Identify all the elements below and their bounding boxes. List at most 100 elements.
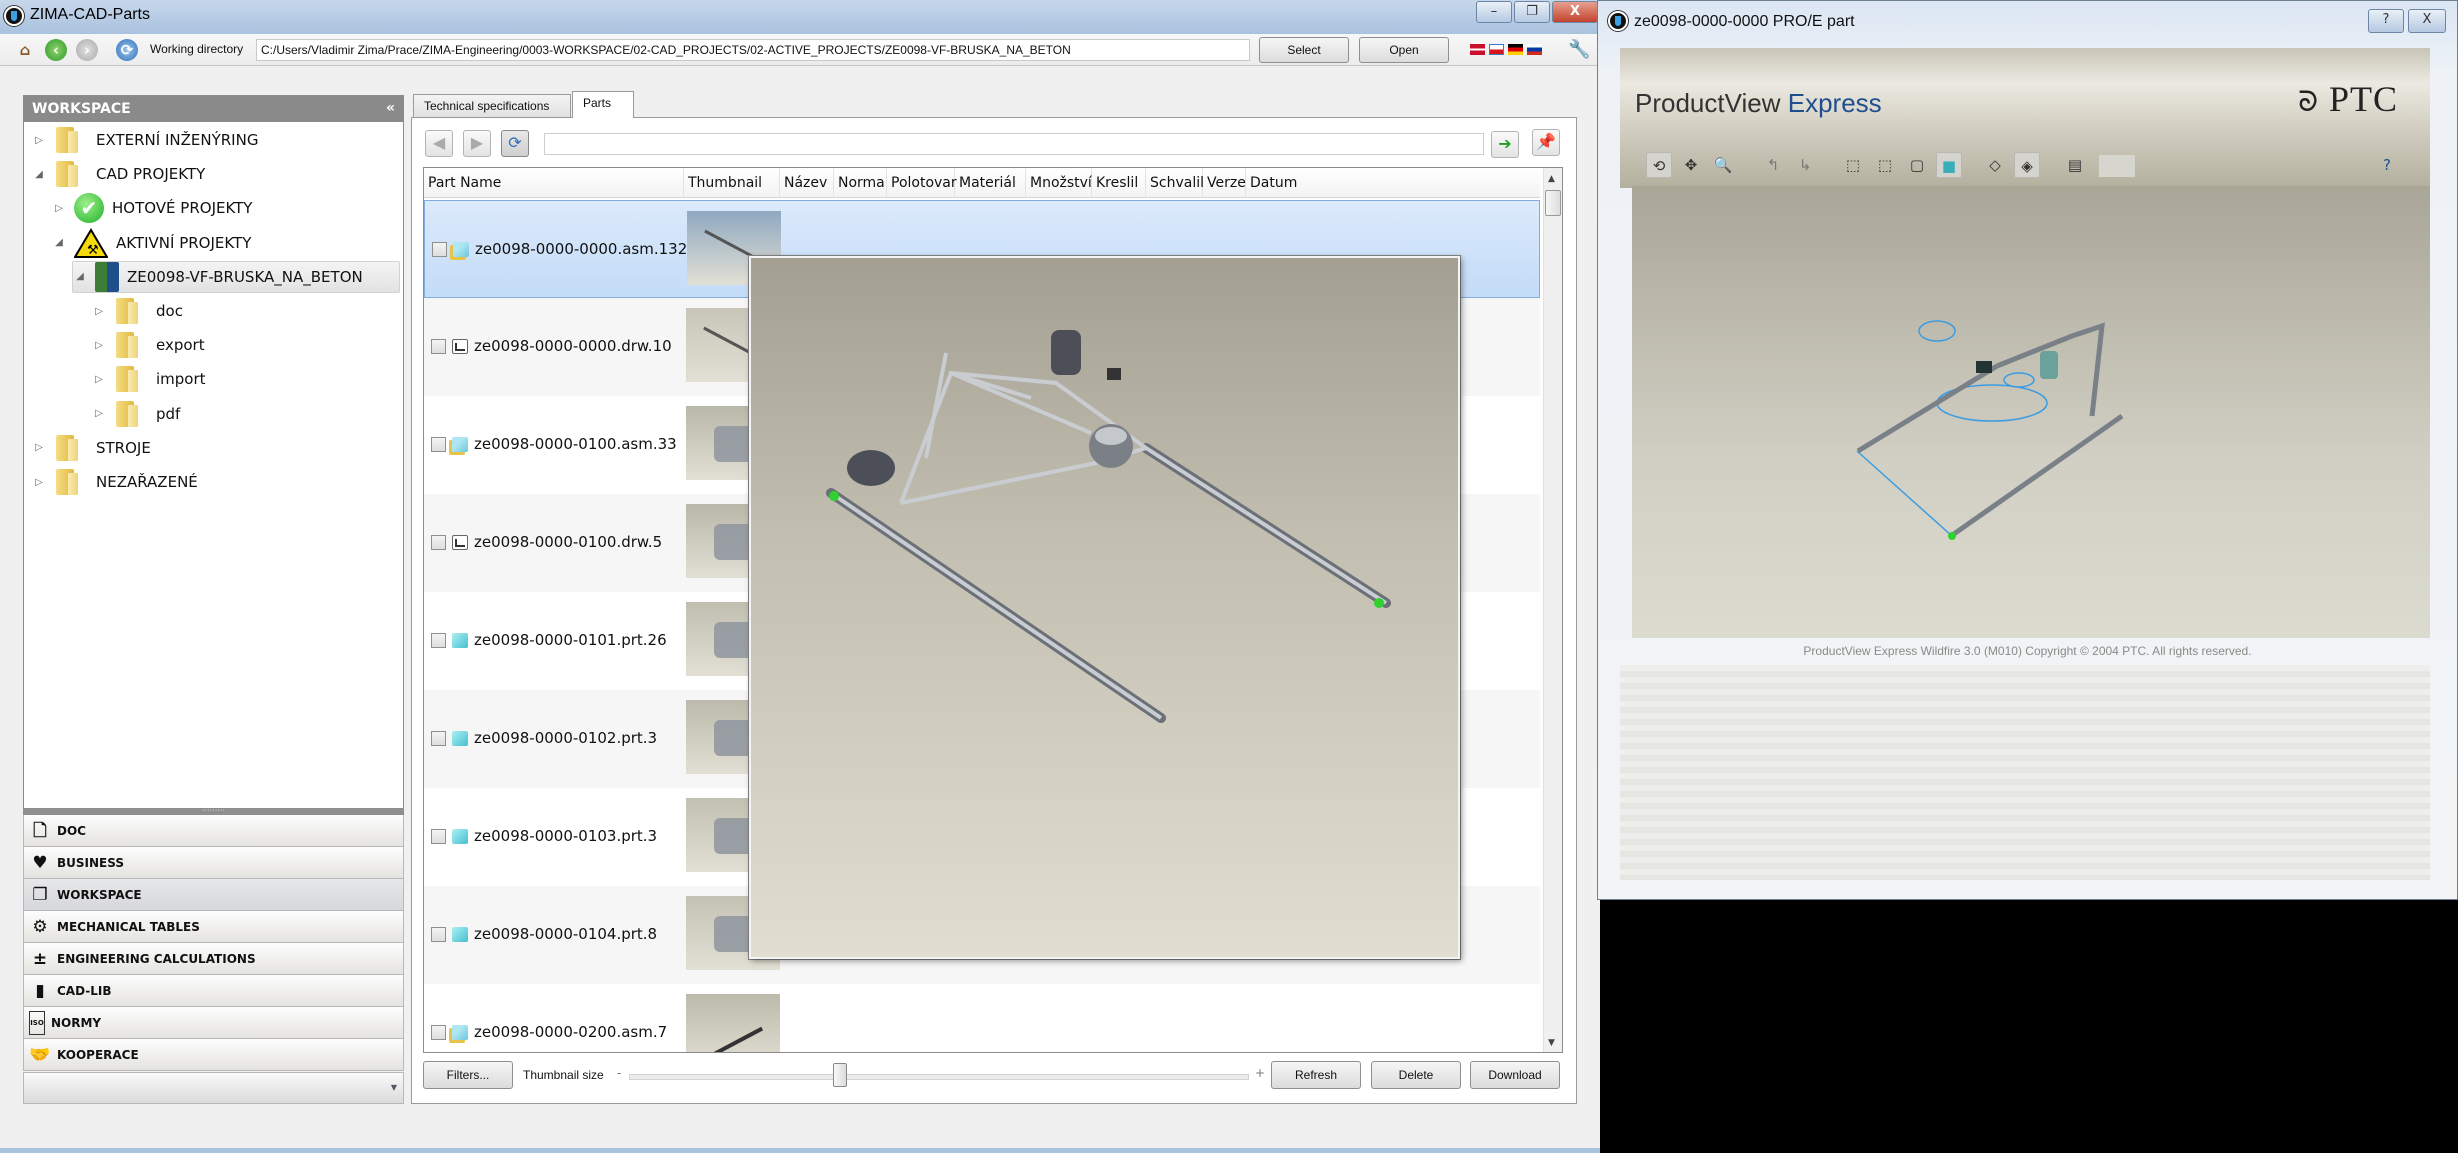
pin-button[interactable]: 📌 xyxy=(1532,129,1560,156)
expand-arrow-icon[interactable]: ▷ xyxy=(32,477,46,488)
expand-arrow-icon[interactable]: ▷ xyxy=(92,408,106,419)
viewer-3d-canvas[interactable] xyxy=(1632,186,2430,638)
tree-item[interactable]: ◢ CAD PROJEKTY xyxy=(32,158,205,190)
row-checkbox[interactable] xyxy=(431,339,446,354)
tree-item[interactable]: ▷ export xyxy=(92,329,205,361)
minimize-button[interactable]: – xyxy=(1476,1,1512,23)
tree-item[interactable]: ▷ STROJE xyxy=(32,432,151,464)
help-icon[interactable]: ? xyxy=(2374,152,2400,178)
collapse-arrow-icon[interactable]: ◢ xyxy=(52,237,66,248)
row-checkbox[interactable] xyxy=(431,731,446,746)
forward-icon[interactable]: › xyxy=(76,39,98,61)
no-hidden-icon[interactable]: ▢ xyxy=(1904,152,1930,178)
part-thumbnail[interactable] xyxy=(686,994,780,1052)
pan-icon[interactable]: ✥ xyxy=(1678,152,1704,178)
table-row[interactable]: ze0098-0000-0200.asm.7 xyxy=(424,984,1540,1052)
expand-arrow-icon[interactable]: ▷ xyxy=(32,135,46,146)
collapse-arrow-icon[interactable]: ◢ xyxy=(32,169,46,180)
viewer-close-button[interactable]: X xyxy=(2408,9,2446,33)
tree-item[interactable]: ▷ ✔ HOTOVÉ PROJEKTY xyxy=(52,192,252,224)
refresh-icon[interactable]: ⟳ xyxy=(116,39,138,61)
nav-section-normy[interactable]: ISO NORMY xyxy=(23,1007,404,1039)
row-checkbox[interactable] xyxy=(432,242,447,257)
scroll-up-icon[interactable]: ▲ xyxy=(1548,174,1555,184)
nav-section-cad-lib[interactable]: ▮ CAD-LIB xyxy=(23,975,404,1007)
column-header[interactable]: Part Name xyxy=(424,168,684,198)
nav-section-doc[interactable]: 🗋 DOC xyxy=(23,815,404,847)
download-button[interactable]: Download xyxy=(1470,1061,1560,1089)
scroll-down-icon[interactable]: ▼ xyxy=(1548,1038,1555,1048)
next-view-icon[interactable]: ↳ xyxy=(1792,152,1818,178)
column-header[interactable]: Kreslil xyxy=(1092,168,1146,198)
expand-arrow-icon[interactable]: ▷ xyxy=(32,442,46,453)
close-button[interactable]: X xyxy=(1552,1,1598,23)
nav-section-engineering-calculations[interactable]: ± ENGINEERING CALCULATIONS xyxy=(23,943,404,975)
wireframe-icon[interactable]: ⬚ xyxy=(1840,152,1866,178)
tab-parts[interactable]: Parts xyxy=(572,91,634,118)
tree-item[interactable]: ▷ doc xyxy=(92,295,183,327)
restore-button[interactable]: ❐ xyxy=(1514,1,1550,23)
column-header[interactable]: Norma xyxy=(834,168,887,198)
column-header[interactable]: Schvalil xyxy=(1146,168,1204,198)
animation-field[interactable] xyxy=(2099,155,2135,177)
row-checkbox[interactable] xyxy=(431,633,446,648)
collapse-arrow-icon[interactable]: ◢ xyxy=(73,271,87,282)
column-header[interactable]: Datum xyxy=(1246,168,1306,198)
shaded-icon[interactable]: ■ xyxy=(1936,152,1962,178)
column-header[interactable]: Materiál xyxy=(955,168,1026,198)
flag-cs-icon[interactable] xyxy=(1489,44,1504,55)
orthographic-icon[interactable]: ◈ xyxy=(2014,152,2040,178)
back-icon[interactable]: ‹ xyxy=(45,39,67,61)
column-header[interactable]: Verze xyxy=(1203,168,1246,198)
tree-item[interactable]: ◢ ZE0098-VF-BRUSKA_NA_BETON xyxy=(72,260,400,293)
parts-refresh-button[interactable]: ⟳ xyxy=(501,130,529,157)
tree-item[interactable]: ▷ EXTERNÍ INŽENÝRING xyxy=(32,124,258,156)
tree-item[interactable]: ▷ NEZAŘAZENÉ xyxy=(32,466,198,498)
column-header[interactable]: Thumbnail xyxy=(684,168,780,198)
row-checkbox[interactable] xyxy=(431,437,446,452)
zoom-window-icon[interactable]: 🔍 xyxy=(1710,152,1736,178)
perspective-icon[interactable]: ◇ xyxy=(1982,152,2008,178)
collapse-icon[interactable]: « xyxy=(386,100,395,116)
flag-ru-icon[interactable] xyxy=(1527,44,1542,55)
expand-arrow-icon[interactable]: ▷ xyxy=(52,203,66,214)
column-header[interactable]: Množství xyxy=(1026,168,1092,198)
row-checkbox[interactable] xyxy=(431,927,446,942)
row-checkbox[interactable] xyxy=(431,829,446,844)
open-button[interactable]: Open xyxy=(1359,37,1449,63)
go-button[interactable]: ➔ xyxy=(1491,131,1519,158)
hidden-line-icon[interactable]: ⬚ xyxy=(1872,152,1898,178)
parts-path-input[interactable] xyxy=(544,133,1484,155)
select-button[interactable]: Select xyxy=(1259,37,1349,63)
parts-forward-button[interactable]: ▶ xyxy=(463,130,491,157)
working-directory-input[interactable]: C:/Users/Vladimir Zima/Prace/ZIMA-Engine… xyxy=(256,39,1250,61)
row-checkbox[interactable] xyxy=(431,1025,446,1040)
expand-arrow-icon[interactable]: ▷ xyxy=(92,374,106,385)
column-header[interactable]: Název xyxy=(780,168,834,198)
tab-technical-specifications[interactable]: Technical specifications xyxy=(413,94,571,118)
nav-more-button[interactable]: ▼ xyxy=(23,1072,404,1104)
expand-arrow-icon[interactable]: ▷ xyxy=(92,306,106,317)
flag-de-icon[interactable] xyxy=(1508,44,1523,55)
row-checkbox[interactable] xyxy=(431,535,446,550)
nav-section-business[interactable]: ♥ BUSINESS xyxy=(23,847,404,879)
tree-item[interactable]: ◢ ⚒ AKTIVNÍ PROJEKTY xyxy=(52,227,251,259)
home-icon[interactable]: ⌂ xyxy=(14,39,36,61)
scrollbar-thumb[interactable] xyxy=(1545,190,1561,216)
spin-icon[interactable]: ⟲ xyxy=(1646,152,1672,178)
slider-handle[interactable] xyxy=(832,1063,847,1087)
nav-section-mechanical-tables[interactable]: ⚙ MECHANICAL TABLES xyxy=(23,911,404,943)
tree-item[interactable]: ▷ pdf xyxy=(92,398,180,430)
flag-en-icon[interactable] xyxy=(1470,44,1485,55)
nav-section-kooperace[interactable]: 🤝 KOOPERACE xyxy=(23,1039,404,1071)
parts-back-button[interactable]: ◀ xyxy=(425,130,453,157)
thumbnail-size-slider[interactable] xyxy=(629,1074,1249,1080)
wrench-icon[interactable]: 🔧 xyxy=(1568,39,1590,61)
column-header[interactable]: Polotovar xyxy=(887,168,957,198)
filters-button[interactable]: Filters... xyxy=(423,1061,513,1089)
expand-arrow-icon[interactable]: ▷ xyxy=(92,340,106,351)
vertical-scrollbar[interactable]: ▲ ▼ xyxy=(1543,168,1562,1052)
tree-item[interactable]: ▷ import xyxy=(92,363,206,395)
refresh-button[interactable]: Refresh xyxy=(1271,1061,1361,1089)
delete-button[interactable]: Delete xyxy=(1371,1061,1461,1089)
